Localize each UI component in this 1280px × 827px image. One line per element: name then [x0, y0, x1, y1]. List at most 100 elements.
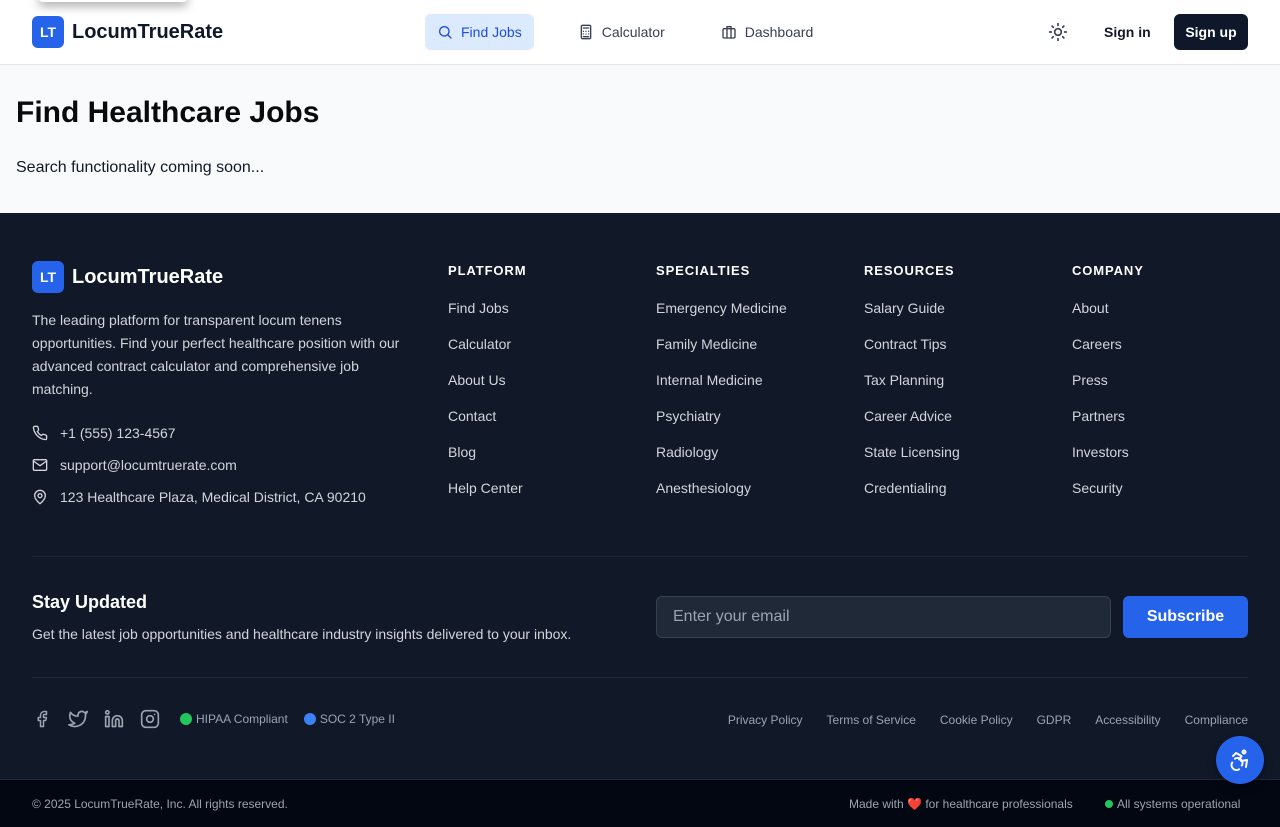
footer-link[interactable]: Family Medicine: [656, 336, 787, 354]
mail-icon: [32, 459, 48, 471]
footer-link[interactable]: Help Center: [448, 480, 526, 498]
footer-column-company: COMPANY About Careers Press Partners Inv…: [1072, 263, 1144, 498]
legal-link[interactable]: Cookie Policy: [940, 713, 1013, 727]
accessibility-button[interactable]: [1216, 736, 1264, 784]
nav-calculator-label: Calculator: [601, 24, 665, 40]
footer-logo-badge: LT: [32, 261, 64, 293]
footer-column-resources: RESOURCES Salary Guide Contract Tips Tax…: [864, 263, 960, 498]
column-title: RESOURCES: [864, 263, 955, 278]
footer-link[interactable]: Contract Tips: [864, 336, 960, 354]
footer-divider: [32, 556, 1248, 557]
footer-link[interactable]: Press: [1072, 372, 1144, 390]
social-links: HIPAA Compliant SOC 2 Type II: [32, 709, 407, 729]
top-header: LT LocumTrueRate Find Jobs Calculator Da…: [0, 0, 1280, 65]
brand-logo[interactable]: LT LocumTrueRate: [32, 16, 223, 48]
footer-link[interactable]: Salary Guide: [864, 300, 960, 318]
site-footer: LT LocumTrueRate The leading platform fo…: [0, 213, 1280, 779]
instagram-icon[interactable]: [140, 709, 160, 729]
footer-link[interactable]: About Us: [448, 372, 526, 390]
bottom-bar: © 2025 LocumTrueRate, Inc. All rights re…: [0, 779, 1280, 827]
theme-toggle-button[interactable]: [1044, 18, 1072, 46]
contact-phone-text: +1 (555) 123-4567: [60, 425, 176, 441]
map-pin-icon: [33, 489, 47, 505]
phone-icon: [32, 425, 48, 441]
footer-link[interactable]: Psychiatry: [656, 408, 787, 426]
hipaa-badge-label: HIPAA Compliant: [196, 712, 288, 726]
made-with-prefix: Made with: [849, 797, 904, 811]
contact-email[interactable]: support@locumtruerate.com: [32, 457, 237, 473]
contact-email-text: support@locumtruerate.com: [60, 457, 237, 473]
legal-link[interactable]: GDPR: [1037, 713, 1072, 727]
footer-divider: [32, 677, 1248, 678]
sign-up-button[interactable]: Sign up: [1174, 14, 1248, 50]
sun-icon: [1048, 22, 1068, 42]
footer-description: The leading platform for transparent loc…: [32, 312, 400, 397]
nav-dashboard[interactable]: Dashboard: [709, 14, 826, 50]
footer-link[interactable]: Credentialing: [864, 480, 960, 498]
footer-link[interactable]: Careers: [1072, 336, 1144, 354]
footer-link[interactable]: State Licensing: [864, 444, 960, 462]
footer-link[interactable]: Calculator: [448, 336, 526, 354]
footer-link[interactable]: Blog: [448, 444, 526, 462]
footer-link[interactable]: Partners: [1072, 408, 1144, 426]
page-subtitle: Search functionality coming soon...: [16, 159, 265, 176]
footer-link[interactable]: Career Advice: [864, 408, 960, 426]
footer-link[interactable]: Find Jobs: [448, 300, 526, 318]
footer-link[interactable]: Security: [1072, 480, 1144, 498]
footer-logo-text: LocumTrueRate: [72, 265, 224, 288]
contact-address: 123 Healthcare Plaza, Medical District, …: [32, 489, 366, 505]
heart-icon: ❤️: [907, 797, 922, 811]
footer-link[interactable]: Emergency Medicine: [656, 300, 787, 318]
nav-find-jobs[interactable]: Find Jobs: [425, 14, 534, 50]
briefcase-icon: [722, 26, 736, 39]
soc2-badge: SOC 2 Type II: [303, 712, 395, 726]
contact-phone[interactable]: +1 (555) 123-4567: [32, 425, 176, 441]
logo-badge: LT: [32, 16, 64, 48]
column-title: PLATFORM: [448, 263, 527, 278]
legal-link[interactable]: Privacy Policy: [728, 713, 803, 727]
linkedin-icon[interactable]: [104, 709, 124, 729]
legal-link[interactable]: Compliance: [1185, 713, 1248, 727]
footer-column-specialties: SPECIALTIES Emergency Medicine Family Me…: [656, 263, 787, 498]
column-title: COMPANY: [1072, 263, 1144, 278]
footer-link[interactable]: Radiology: [656, 444, 787, 462]
accessibility-icon: [1230, 749, 1248, 771]
system-status-text: All systems operational: [1117, 797, 1241, 811]
column-title: SPECIALTIES: [656, 263, 751, 278]
copyright-text: © 2025 LocumTrueRate, Inc. All rights re…: [32, 797, 288, 811]
system-status: All systems operational: [1105, 797, 1240, 811]
footer-link[interactable]: About: [1072, 300, 1144, 318]
footer-link[interactable]: Internal Medicine: [656, 372, 787, 390]
footer-column-platform: PLATFORM Find Jobs Calculator About Us C…: [448, 263, 526, 498]
facebook-icon[interactable]: [32, 709, 52, 729]
sign-in-button[interactable]: Sign in: [1094, 14, 1161, 50]
footer-logo[interactable]: LT LocumTrueRate: [32, 261, 223, 293]
hipaa-badge: HIPAA Compliant: [180, 712, 288, 726]
header-shadow-fragment: [38, 0, 188, 2]
legal-link[interactable]: Terms of Service: [827, 713, 916, 727]
footer-link[interactable]: Tax Planning: [864, 372, 960, 390]
newsletter-subtitle: Get the latest job opportunities and hea…: [32, 626, 572, 642]
logo-text: LocumTrueRate: [72, 20, 224, 43]
calculator-icon: [580, 24, 592, 40]
newsletter-title: Stay Updated: [32, 592, 148, 612]
status-dot: [180, 713, 192, 725]
made-with-suffix: for healthcare professionals: [925, 797, 1073, 811]
search-icon: [439, 26, 452, 39]
nav-find-jobs-label: Find Jobs: [461, 24, 522, 40]
twitter-icon[interactable]: [68, 709, 88, 729]
soc2-badge-label: SOC 2 Type II: [319, 712, 395, 726]
nav-calculator[interactable]: Calculator: [566, 14, 677, 50]
footer-link[interactable]: Contact: [448, 408, 526, 426]
newsletter-email-input[interactable]: [656, 596, 1111, 638]
footer-link[interactable]: Anesthesiology: [656, 480, 787, 498]
status-dot: [1105, 800, 1113, 808]
legal-link[interactable]: Accessibility: [1095, 713, 1160, 727]
subscribe-button[interactable]: Subscribe: [1123, 596, 1248, 638]
footer-link[interactable]: Investors: [1072, 444, 1144, 462]
status-dot: [303, 713, 316, 725]
made-with-text: Made with ❤️ for healthcare professional…: [849, 797, 1073, 811]
legal-links: Privacy Policy Terms of Service Cookie P…: [704, 713, 1248, 727]
contact-address-text: 123 Healthcare Plaza, Medical District, …: [60, 489, 366, 505]
page-title: Find Healthcare Jobs: [16, 96, 320, 129]
